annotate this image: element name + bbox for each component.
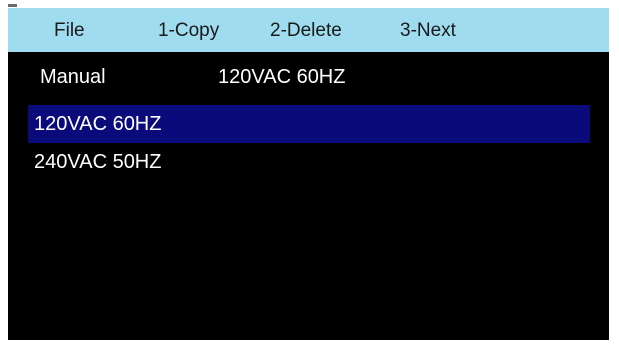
profile-item[interactable]: 240VAC 50HZ [28,143,590,181]
menu-file[interactable]: File [54,8,85,52]
current-profile: 120VAC 60HZ [218,66,346,88]
menu-copy[interactable]: 1-Copy [158,8,219,52]
menu-bar: File 1-Copy 2-Delete 3-Next [8,8,609,52]
status-header: Manual 120VAC 60HZ [8,52,609,104]
device-screen: File 1-Copy 2-Delete 3-Next Manual 120VA… [8,8,609,340]
profile-item-label: 240VAC 50HZ [34,151,162,173]
menu-delete[interactable]: 2-Delete [270,8,342,52]
corner-marker [8,4,17,7]
mode-label: Manual [40,66,106,88]
profile-item-label: 120VAC 60HZ [34,113,162,135]
menu-next[interactable]: 3-Next [400,8,456,52]
profile-item-selected[interactable]: 120VAC 60HZ [28,105,590,143]
